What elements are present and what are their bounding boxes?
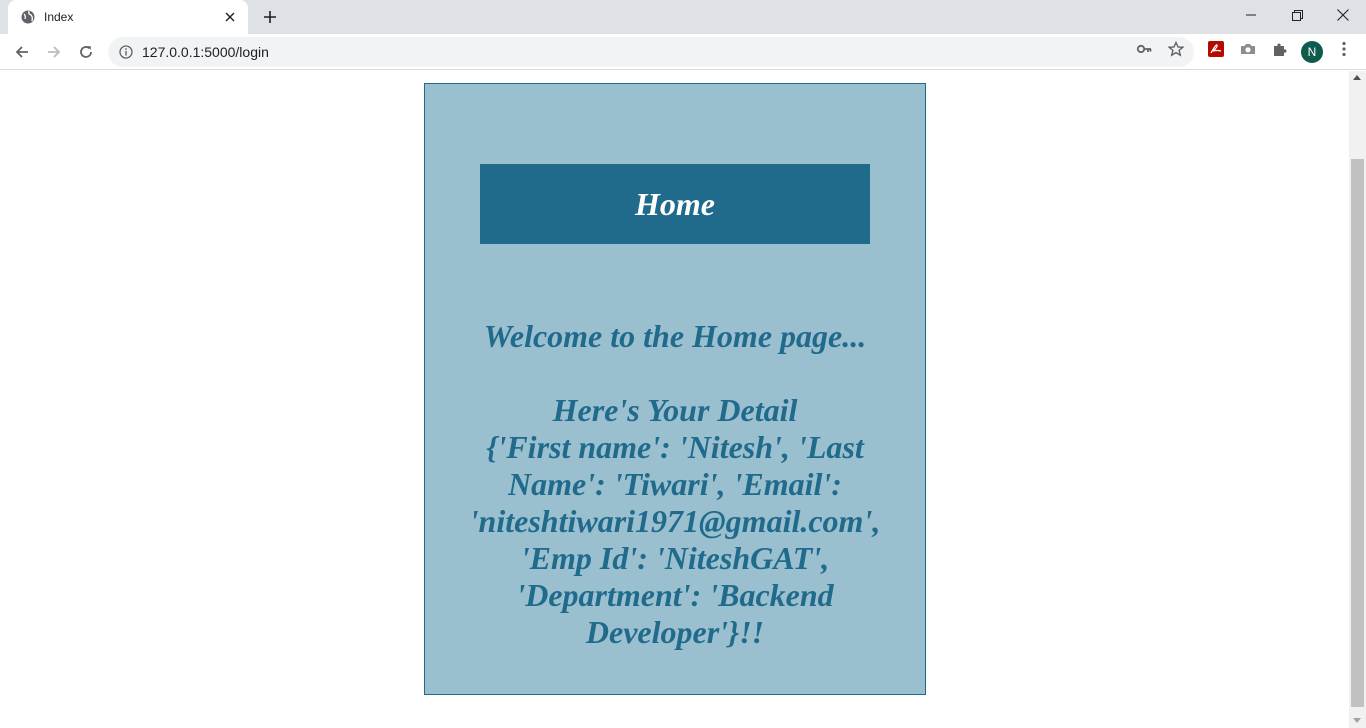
restore-button[interactable] [1274,0,1320,30]
menu-dots-icon[interactable] [1336,41,1352,57]
home-banner: Home [480,164,870,244]
extensions-puzzle-icon[interactable] [1272,41,1288,57]
reload-button[interactable] [72,38,100,66]
camera-icon[interactable] [1240,41,1256,57]
forward-button[interactable] [40,38,68,66]
back-button[interactable] [8,38,36,66]
tab-close-icon[interactable] [222,9,238,25]
bookmark-star-icon[interactable] [1168,41,1184,57]
globe-icon [20,9,36,25]
page-viewport: Home Welcome to the Home page... Here's … [0,71,1349,728]
profile-avatar[interactable]: N [1301,41,1323,63]
home-card: Home Welcome to the Home page... Here's … [424,83,926,695]
url-text[interactable]: 127.0.0.1:5000/login [142,44,269,60]
key-icon[interactable] [1136,41,1152,57]
minimize-button[interactable] [1228,0,1274,30]
info-icon[interactable] [118,44,134,60]
scroll-down-arrow-icon[interactable] [1353,718,1361,723]
detail-body: {'First name': 'Nitesh', 'Last Name': 'T… [469,429,881,650]
close-window-button[interactable] [1320,0,1366,30]
scroll-up-arrow-icon[interactable] [1353,75,1361,80]
welcome-text: Welcome to the Home page... [483,318,867,354]
browser-toolbar: 127.0.0.1:5000/login N [0,34,1366,70]
tab-strip: Index [0,0,1366,34]
tab-title: Index [44,10,74,24]
banner-title: Home [635,185,715,222]
new-tab-button[interactable] [258,5,282,29]
pdf-extension-icon[interactable] [1208,41,1224,57]
detail-heading: Here's Your Detail [552,392,798,428]
browser-tab[interactable]: Index [8,0,248,34]
scrollbar-thumb[interactable] [1351,159,1364,707]
address-bar[interactable]: 127.0.0.1:5000/login [108,37,1194,67]
vertical-scrollbar[interactable] [1349,71,1366,728]
detail-block: Here's Your Detail {'First name': 'Nites… [455,392,895,651]
